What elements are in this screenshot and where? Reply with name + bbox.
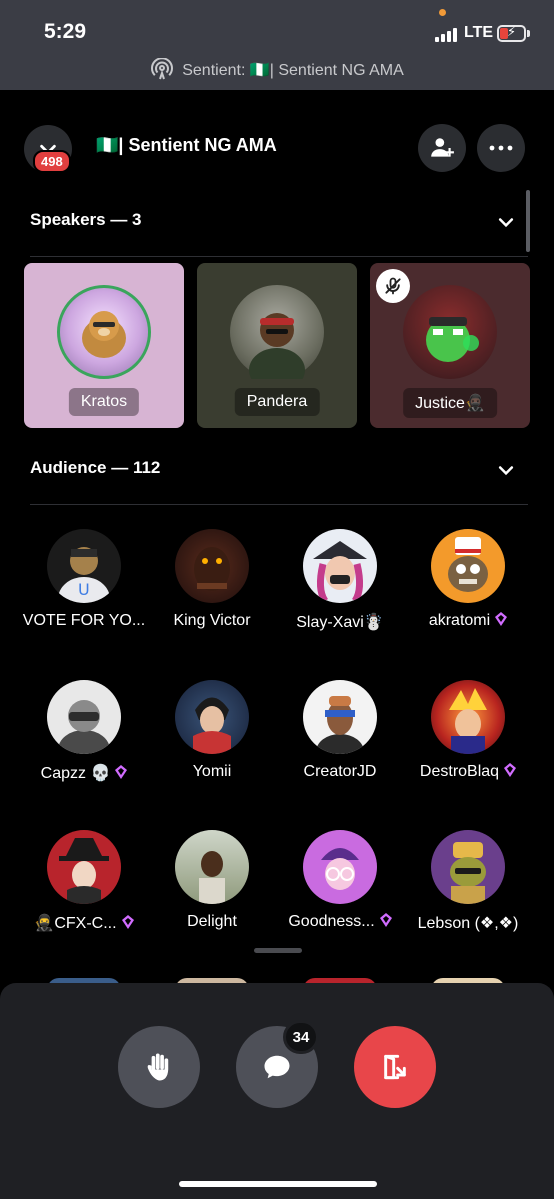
member-name: King Victor [173,612,251,629]
avatar [431,680,505,754]
audience-member[interactable]: DestroBlaq [404,680,532,790]
member-name: 🥷CFX-C... [20,913,148,933]
audience-member[interactable]: akratomi [404,529,532,639]
speaker-name: Justice🥷🏿 [403,388,497,418]
speaker-name: Pandera [234,388,320,416]
invite-button[interactable] [418,124,466,172]
audience-header[interactable]: Audience — 112 [30,458,524,482]
svg-text:U: U [78,580,90,599]
member-name: DestroBlaq [404,763,532,781]
member-name: CreatorJD [303,763,377,780]
chat-bubble-icon [264,1055,290,1079]
audience-member[interactable]: Goodness... [276,830,404,940]
speaker-card-kratos[interactable]: Kratos [24,263,184,428]
member-name: Lebson (❖,❖) [417,915,519,932]
audience-title: Audience — 112 [30,458,161,477]
avatar [47,830,121,904]
avatar: U [47,529,121,603]
hand-icon [147,1053,169,1081]
speaker-name: Kratos [68,388,140,416]
avatar [431,529,505,603]
audience-member[interactable]: Delight [148,830,276,940]
speaker-card-justice[interactable]: Justice🥷🏿 [370,263,530,428]
more-dots-icon [489,145,513,151]
chevron-down-icon [498,466,514,476]
chevron-down-icon [498,218,514,228]
nitro-gem-icon [121,915,134,929]
avatar [431,830,505,904]
speakers-header[interactable]: Speakers — 3 [30,210,524,234]
signal-icon [435,28,457,42]
nitro-gem-icon [504,763,517,777]
audience-member[interactable]: Capzz 💀 [20,680,148,790]
nitro-gem-icon [379,913,392,927]
avatar [303,529,377,603]
more-options-button[interactable] [477,124,525,172]
banner-text: Sentient: 🇳🇬| Sentient NG AMA [182,62,404,79]
audience-member[interactable]: Lebson (❖,❖) [404,830,532,940]
raise-hand-button[interactable] [118,1026,200,1108]
member-name: Yomii [192,763,232,780]
audience-member[interactable]: CreatorJD [276,680,404,790]
leave-stage-button[interactable] [354,1026,436,1108]
member-name: Slay-Xavi☃️ [296,614,384,631]
stage-title: 🇳🇬| Sentient NG AMA [96,135,277,155]
divider [30,504,528,505]
leave-door-icon [384,1054,406,1080]
avatar [303,830,377,904]
scrollbar[interactable] [526,190,530,252]
stage-header: 498 🇳🇬| Sentient NG AMA [0,120,554,176]
stage-banner[interactable]: Sentient: 🇳🇬| Sentient NG AMA [0,57,554,83]
battery-icon: ⚡ [497,25,526,42]
member-name: Goodness... [276,913,404,931]
avatar [175,830,249,904]
audience-member[interactable]: U VOTE FOR YO... [20,529,148,639]
notification-badge: 498 [33,150,71,173]
avatar [403,285,497,379]
audience-member[interactable]: 🥷CFX-C... [20,830,148,940]
stage-broadcast-icon [151,58,174,80]
member-name: Delight [187,913,237,930]
network-type: LTE [464,24,494,41]
avatar [303,680,377,754]
sheet-handle[interactable] [254,948,302,953]
avatar [57,285,151,379]
avatar [175,680,249,754]
speakers-title: Speakers — 3 [30,210,142,229]
status-bar: 5:29 LTE ⚡ Sentient: 🇳🇬| Sentient NG AMA [0,0,554,90]
member-name: VOTE FOR YO... [22,612,146,629]
muted-indicator [376,269,410,303]
member-name: Capzz 💀 [20,763,148,783]
add-user-icon [431,138,454,157]
divider [30,256,528,257]
status-time: 5:29 [44,20,87,43]
avatar [47,680,121,754]
audience-member[interactable]: Slay-Xavi☃️ [276,529,404,639]
privacy-indicator [439,9,446,16]
mic-off-icon [385,277,401,295]
speaker-card-pandera[interactable]: Pandera [197,263,357,428]
audience-member[interactable]: Yomii [148,680,276,790]
avatar [175,529,249,603]
nitro-gem-icon [115,765,128,779]
home-indicator[interactable] [179,1181,377,1187]
nitro-gem-icon [495,612,508,626]
avatar [230,285,324,392]
audience-member[interactable]: King Victor [148,529,276,639]
chat-count-badge: 34 [283,1020,319,1054]
member-name: akratomi [404,612,532,630]
